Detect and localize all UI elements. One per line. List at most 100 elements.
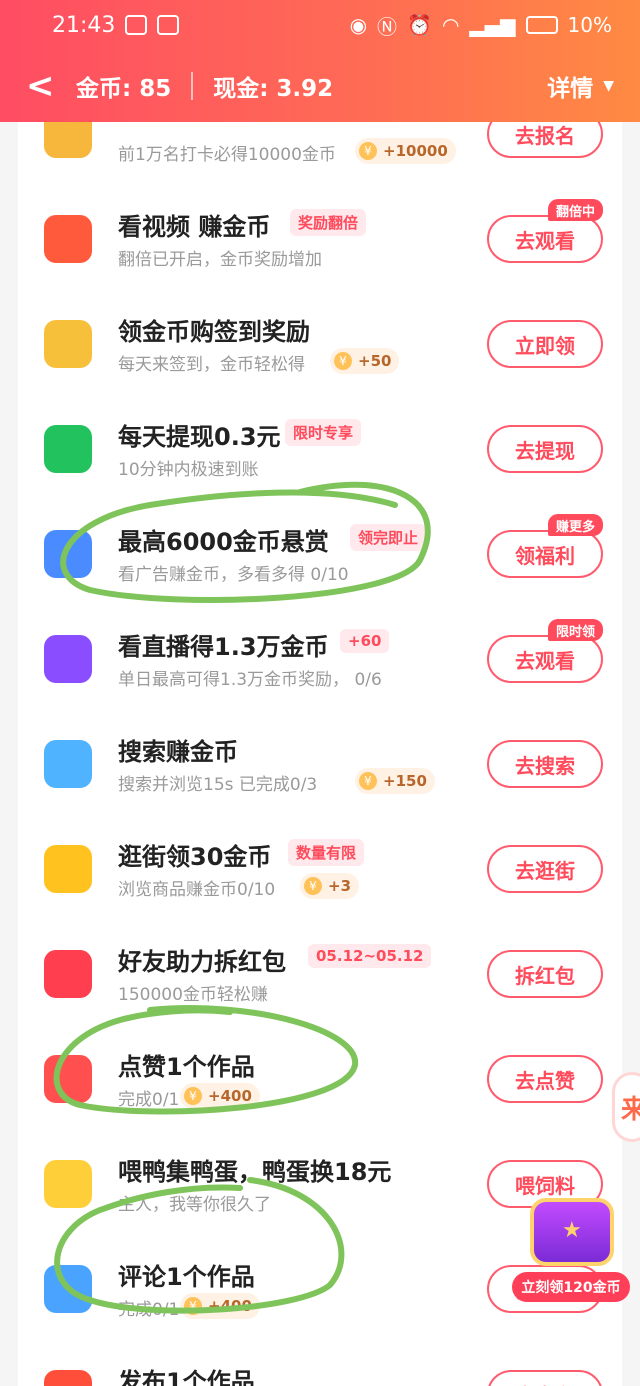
- task-action-button[interactable]: 去观看: [487, 215, 603, 263]
- task-tag: 奖励翻倍: [290, 209, 367, 236]
- chest-star-icon: ★: [562, 1218, 582, 1243]
- caret-down-icon: ▼: [603, 78, 614, 94]
- task-title: 最高6000金币悬赏: [118, 528, 329, 556]
- coin-icon: ¥: [304, 877, 322, 895]
- task-title: 搜索赚金币: [118, 738, 238, 766]
- task-row: 好友助力拆红包 05.12~05.12 150000金币轻松赚 拆红包: [18, 920, 622, 1024]
- video-play-icon: [44, 215, 92, 263]
- task-subtitle: 完成0/1: [118, 1300, 180, 1320]
- ad-video-icon: [44, 530, 92, 578]
- task-subtitle: 主人，我等你很久了: [118, 1195, 271, 1215]
- task-action-button[interactable]: 去观看: [487, 635, 603, 683]
- task-tag: +60: [340, 629, 390, 653]
- coin-card-icon: [44, 122, 92, 158]
- shopping-cart-icon: [44, 845, 92, 893]
- reward-chip: ¥ +50: [330, 348, 400, 374]
- corner-badge: 限时领: [548, 619, 604, 641]
- task-action-button[interactable]: 去提现: [487, 425, 603, 473]
- reward-value: +50: [358, 352, 392, 370]
- reward-value: +150: [383, 772, 427, 790]
- task-row: 逛街领30金币 数量有限 浏览商品赚金币0/10 ¥ +3 去逛街: [18, 815, 622, 919]
- search-icon: [44, 740, 92, 788]
- red-envelope-icon: [44, 950, 92, 998]
- task-row: 点赞1个作品完成0/1 ¥ +400 去点赞: [18, 1025, 622, 1129]
- header-divider: [191, 72, 194, 100]
- cash-balance: 现金: 3.92: [213, 76, 334, 102]
- task-action-button[interactable]: 拆红包: [487, 950, 603, 998]
- task-action-button[interactable]: 去报名: [487, 122, 603, 158]
- reward-chip: ¥ +400: [180, 1083, 260, 1109]
- money-bag-icon: [44, 320, 92, 368]
- task-subtitle: 单日最高可得1.3万金币奖励， 0/6: [118, 670, 382, 690]
- coin-balance: 金币: 85: [76, 76, 172, 102]
- nfc-icon: Ⓝ: [377, 14, 398, 39]
- task-row: 看直播得1.3万金币 +60 单日最高可得1.3万金币奖励， 0/6 去观看 限时领: [18, 605, 622, 709]
- task-row: 看视频 赚金币 奖励翻倍翻倍已开启，金币奖励增加 去观看 翻倍中: [18, 185, 622, 289]
- task-row: 搜索赚金币搜索并浏览15s 已完成0/3 ¥ +150 去搜索: [18, 710, 622, 814]
- task-tag: 领完即止: [350, 524, 427, 551]
- alarm-icon: ⏰: [407, 13, 432, 37]
- task-subtitle: 前1万名打卡必得10000金币: [118, 145, 336, 165]
- task-action-button[interactable]: 去点赞: [487, 1055, 603, 1103]
- top-bar: 21:43 ◉ Ⓝ ⏰ ◠ ▂▄▆ 10% < 金币: 85 现金: 3.92 …: [0, 0, 640, 122]
- reward-chip: ¥ +150: [355, 768, 435, 794]
- task-tag: 数量有限: [288, 839, 365, 866]
- status-time: 21:43: [52, 12, 116, 38]
- task-row: 前1万名打卡必得10000金币 ¥ +10000 去报名: [18, 122, 622, 184]
- task-action-button[interactable]: 去逛街: [487, 845, 603, 893]
- coin-icon: ¥: [184, 1087, 202, 1105]
- side-float-icon[interactable]: 来: [612, 1072, 640, 1142]
- reward-chip: ¥ +3: [300, 873, 360, 899]
- task-title: 喂鸭集鸭蛋，鸭蛋换18元: [118, 1158, 392, 1186]
- reward-value: +10000: [383, 142, 448, 160]
- task-title: 看直播得1.3万金币: [118, 633, 329, 661]
- coin-icon: ¥: [184, 1297, 202, 1315]
- task-subtitle: 搜索并浏览15s 已完成0/3: [118, 775, 318, 795]
- task-tag: 限时专享: [285, 419, 362, 446]
- task-tag: 05.12~05.12: [308, 944, 432, 968]
- task-action-button[interactable]: 立即领: [487, 320, 603, 368]
- task-row: 发布1个作品 去发布: [18, 1340, 622, 1386]
- reward-value: +400: [208, 1087, 252, 1105]
- task-subtitle: 翻倍已开启，金币奖励增加: [118, 250, 322, 270]
- task-subtitle: 10分钟内极速到账: [118, 460, 259, 480]
- comment-bubble-icon: [44, 1265, 92, 1313]
- task-subtitle: 150000金币轻松赚: [118, 985, 268, 1005]
- app-notification-icon: [125, 15, 148, 35]
- publish-icon: [44, 1370, 92, 1386]
- task-subtitle: 看广告赚金币，多看多得 0/10: [118, 565, 349, 585]
- task-subtitle: 浏览商品赚金币0/10: [118, 880, 276, 900]
- wechat-icon: [44, 425, 92, 473]
- header-bar: < 金币: 85 现金: 3.92 详情 ▼: [0, 54, 640, 118]
- task-row: 每天提现0.3元 限时专享 10分钟内极速到账 去提现: [18, 395, 622, 499]
- task-subtitle: 每天来签到，金币轻松得: [118, 355, 305, 375]
- task-subtitle: 完成0/1: [118, 1090, 180, 1110]
- treasure-chest-widget[interactable]: ★ 立刻领120金币: [512, 1194, 630, 1306]
- detail-dropdown[interactable]: 详情 ▼: [547, 69, 614, 103]
- task-row: 最高6000金币悬赏 领完即止 看广告赚金币，多看多得 0/10 领福利 赚更多: [18, 500, 622, 604]
- battery-icon: [525, 16, 558, 34]
- task-row: 领金币购签到奖励每天来签到，金币轻松得 ¥ +50 立即领: [18, 290, 622, 394]
- task-title: 点赞1个作品: [118, 1053, 255, 1081]
- back-chevron-icon[interactable]: <: [26, 66, 66, 106]
- reward-chip: ¥ +10000: [355, 138, 456, 164]
- coin-icon: ¥: [359, 142, 377, 160]
- task-title: 领金币购签到奖励: [118, 318, 310, 346]
- coin-icon: ¥: [359, 772, 377, 790]
- duck-icon: [44, 1160, 92, 1208]
- task-action-button[interactable]: 去搜索: [487, 740, 603, 788]
- task-title: 逛街领30金币: [118, 843, 272, 871]
- task-title: 评论1个作品: [118, 1263, 255, 1291]
- reward-chip: ¥ +400: [180, 1293, 260, 1319]
- corner-badge: 翻倍中: [548, 199, 604, 221]
- task-action-button[interactable]: 领福利: [487, 530, 603, 578]
- task-action-button[interactable]: 去发布: [487, 1370, 603, 1386]
- signal-icon: ▂▄▆: [469, 13, 516, 37]
- task-title: 看视频 赚金币: [118, 213, 271, 241]
- task-title: 每天提现0.3元: [118, 423, 281, 451]
- status-bar: 21:43 ◉ Ⓝ ⏰ ◠ ▂▄▆ 10%: [0, 0, 640, 50]
- heart-icon: [44, 1055, 92, 1103]
- upload-notification-icon: [157, 15, 180, 35]
- chest-label[interactable]: 立刻领120金币: [512, 1272, 630, 1302]
- reward-value: +3: [328, 877, 352, 895]
